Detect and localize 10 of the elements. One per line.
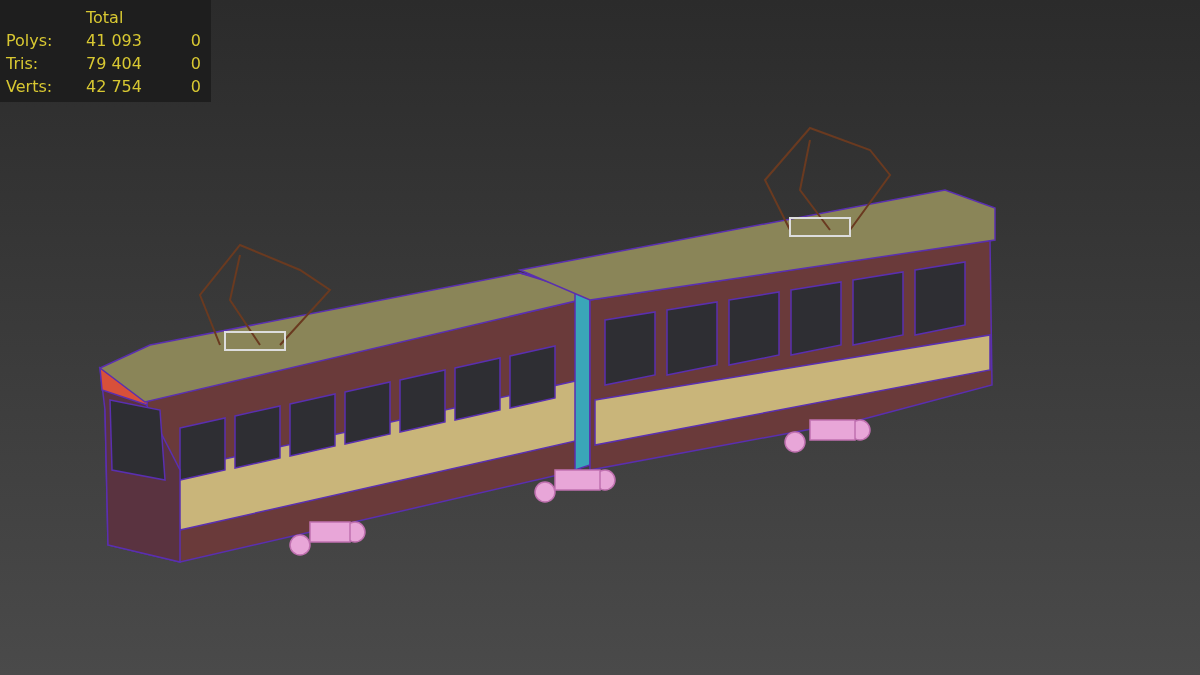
stats-total: 42 754 <box>85 77 143 96</box>
stats-selected: 0 <box>189 54 201 73</box>
stats-label: Tris: <box>6 54 40 73</box>
stats-label: Verts: <box>6 77 54 96</box>
stats-total: 41 093 <box>85 31 143 50</box>
stats-heading: Total <box>85 8 125 27</box>
stats-selected: 0 <box>189 31 201 50</box>
stats-label: Polys: <box>6 31 54 50</box>
stats-selected: 0 <box>189 77 201 96</box>
stats-total: 79 404 <box>85 54 143 73</box>
